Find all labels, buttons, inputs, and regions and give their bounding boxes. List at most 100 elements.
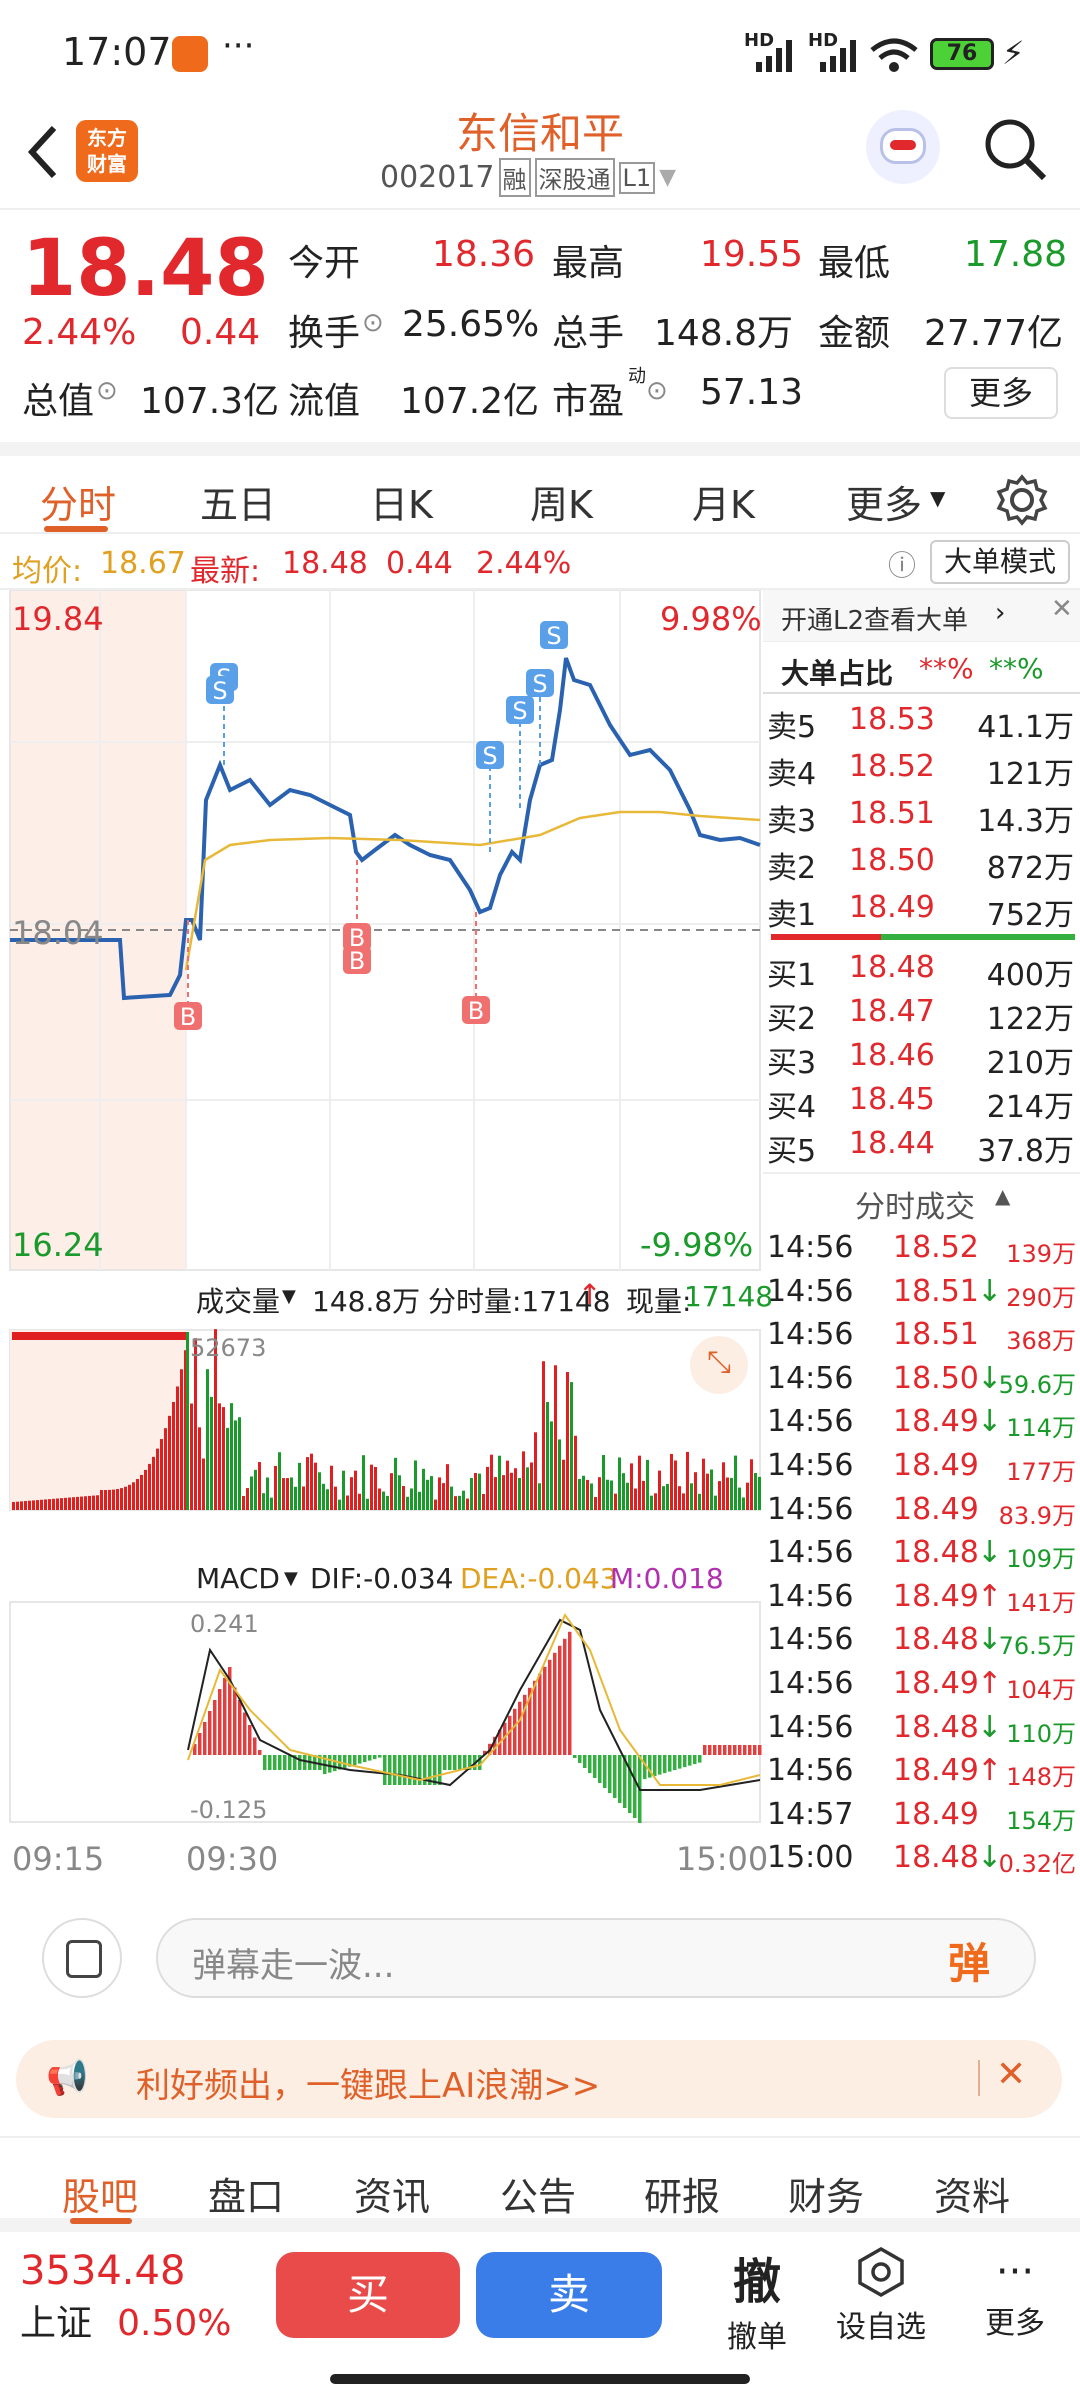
promo-text: 利好频出，一键跟上AI浪潮>> <box>136 2066 601 2106</box>
trade-marker-label: B <box>468 997 484 1025</box>
trade-price: 18.49 <box>893 1578 979 1614</box>
stock-code-row[interactable]: 002017 融 深股通 L1 ▼ <box>380 158 676 197</box>
volume-total: 148.8万 <box>312 1285 421 1318</box>
volume-bar <box>578 1478 581 1510</box>
close-icon[interactable]: ✕ <box>996 2054 1026 2095</box>
volume-bar <box>450 1486 453 1510</box>
index-widget[interactable]: 3534.48 上证 0.50% <box>20 2248 231 2346</box>
macd-bar <box>448 1755 452 1770</box>
tab-5day[interactable]: 五日 <box>200 474 276 529</box>
trade-volume: 83.9万 <box>998 1501 1076 1530</box>
volume-bar <box>172 1401 175 1510</box>
info-icon[interactable]: ⊙ <box>96 376 118 406</box>
volume-bar <box>80 1496 83 1510</box>
note-icon[interactable] <box>42 1918 122 1998</box>
tab-forum[interactable]: 股吧 <box>62 2166 138 2221</box>
volume-bar <box>230 1403 233 1510</box>
volume-bar <box>258 1462 261 1510</box>
info-icon[interactable]: ⊙ <box>362 308 384 338</box>
trade-time: 14:56 <box>767 1273 854 1309</box>
tab-market-depth[interactable]: 盘口 <box>208 2166 284 2221</box>
change-percent: 2.44% <box>22 312 137 353</box>
macd-indicator-label[interactable]: MACD <box>196 1562 280 1595</box>
sell-button[interactable]: 卖 <box>476 2252 662 2338</box>
trade-volume: 59.6万 <box>998 1370 1076 1399</box>
trade-direction-icon: ↑ <box>977 1578 1003 1614</box>
danmaku-input[interactable]: 弹幕走一波... 弹 <box>156 1918 1036 1998</box>
trade-row: 14:56 18.48 ↓ 109万 <box>763 1531 1080 1575</box>
trades-label[interactable]: 分时成交 <box>855 1182 975 1226</box>
danmaku-toggle-button[interactable]: 弹 <box>948 1930 990 1991</box>
macd-bar <box>328 1755 332 1773</box>
tab-profile[interactable]: 资料 <box>934 2166 1010 2221</box>
tab-announcements[interactable]: 公告 <box>500 2166 576 2221</box>
macd-bar <box>668 1755 672 1772</box>
pe-value: 57.13 <box>700 372 804 413</box>
tab-monthly-k[interactable]: 月K <box>692 474 755 529</box>
macd-bar <box>278 1755 282 1770</box>
volume-bar <box>414 1460 417 1510</box>
more-quote-button[interactable]: 更多 <box>944 367 1058 419</box>
tab-research[interactable]: 研报 <box>644 2166 720 2221</box>
ask-price: 18.52 <box>849 749 935 784</box>
time-label-close: 15:00 <box>676 1840 769 1878</box>
tab-financials[interactable]: 财务 <box>788 2166 864 2221</box>
tab-more[interactable]: 更多 <box>846 474 922 529</box>
trade-price: 18.48 <box>893 1840 979 1876</box>
trade-price: 18.48 <box>893 1709 979 1745</box>
pct-bottom-label: -9.98% <box>640 1226 754 1264</box>
macd-bar <box>558 1645 562 1755</box>
info-icon[interactable]: ⊙ <box>646 376 668 406</box>
volume-bar <box>64 1497 67 1510</box>
buy-button[interactable]: 买 <box>276 2252 460 2338</box>
open-label: 今开 <box>288 243 361 284</box>
tab-daily-k[interactable]: 日K <box>370 474 433 529</box>
volume-bar <box>682 1493 685 1510</box>
stock-code: 002017 <box>380 160 495 195</box>
tab-weekly-k[interactable]: 周K <box>530 474 593 529</box>
cancel-order-button[interactable]: 撤 撤单 <box>712 2242 802 2356</box>
ask-level: 卖5 <box>767 710 817 745</box>
order-book-panel: 开通L2查看大单 › ✕ 大单占比 **% **% 分时成交 ▲ 卖5 18.53… <box>763 590 1080 1880</box>
volume-bar <box>686 1451 689 1510</box>
volume-bar <box>116 1489 119 1510</box>
volume-bar <box>330 1465 333 1510</box>
volume-bar <box>88 1495 91 1510</box>
volume-bar <box>84 1496 87 1510</box>
ask-row: 卖2 18.50 872万 <box>763 839 1080 886</box>
macd-bar <box>608 1755 612 1793</box>
big-order-mode-button[interactable]: 大单模式 <box>930 540 1070 584</box>
add-watchlist-button[interactable]: 设自选 <box>826 2246 936 2346</box>
volume-bar <box>156 1448 159 1510</box>
arrow-up-icon: ↑ <box>578 1278 602 1311</box>
index-percent: 0.50% <box>117 2303 232 2344</box>
ask-volume: 41.1万 <box>977 710 1074 745</box>
gear-icon[interactable] <box>996 474 1048 526</box>
l2-promo[interactable]: 开通L2查看大单 › ✕ <box>763 590 1080 642</box>
help-icon[interactable]: ⓘ <box>888 544 916 584</box>
volume-bar <box>362 1455 365 1510</box>
volume-indicator-label[interactable]: 成交量 <box>196 1280 280 1320</box>
trade-row: 14:56 18.51 ↓ 290万 <box>763 1270 1080 1314</box>
more-button[interactable]: ··· 更多 <box>970 2246 1060 2342</box>
volume-bar <box>642 1480 645 1510</box>
volume-bar <box>446 1464 449 1510</box>
volume-bar <box>722 1462 725 1510</box>
tab-news[interactable]: 资讯 <box>354 2166 430 2221</box>
macd-bar <box>443 1755 447 1770</box>
volume-bar <box>402 1486 405 1510</box>
expand-icon[interactable]: ⤡ <box>690 1336 748 1394</box>
close-icon[interactable]: ✕ <box>1051 594 1073 624</box>
macd-bar <box>583 1755 587 1768</box>
tab-intraday[interactable]: 分时 <box>40 474 116 529</box>
search-icon[interactable] <box>982 116 1048 182</box>
volume-bar <box>398 1475 401 1510</box>
promo-banner[interactable]: 📢 利好频出，一键跟上AI浪潮>> ✕ <box>16 2040 1062 2118</box>
macd-bar <box>573 1755 577 1758</box>
volume-bar <box>176 1386 179 1510</box>
volume-bar <box>346 1495 349 1510</box>
volume-bar <box>654 1493 657 1510</box>
macd-bar <box>303 1755 307 1770</box>
tab-indicator <box>44 526 108 532</box>
robot-assistant-icon[interactable] <box>866 110 940 184</box>
